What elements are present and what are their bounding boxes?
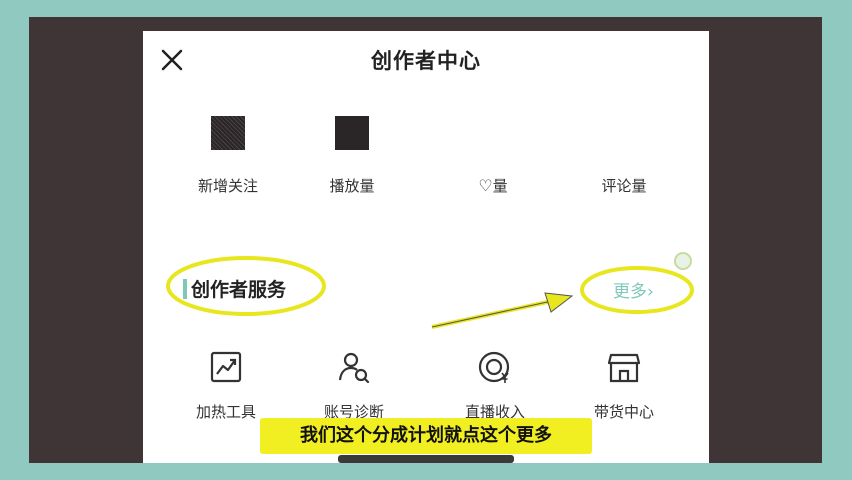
creator-services-header: 创作者服务 更多› [143,269,709,309]
stat-label: 新增关注 [197,177,258,195]
heart-icon: ♡ [478,176,493,195]
more-link[interactable]: 更多› [613,277,654,302]
user-search-icon [338,352,370,384]
stat-label: 评论量 [601,177,647,195]
service-boost-tool[interactable]: 加热工具 [171,349,281,421]
top-bar: 创作者中心 [143,31,709,87]
stat-label: 播放量 [329,177,375,195]
section-title: 创作者服务 [191,279,287,301]
stat-value-redacted [335,116,369,150]
phone-screen: 创作者中心 新增关注 播放量 ♡量 评论量 创作者服务 更多› 加热工具 账号诊… [143,31,709,463]
service-account-diagnosis[interactable]: 账号诊断 [299,349,409,421]
live-income-icon [478,351,510,383]
stat-new-followers[interactable]: 新增关注 [168,113,288,195]
section-accent-bar [183,279,187,299]
video-subtitle: 我们这个分成计划就点这个更多 [260,418,592,454]
service-live-income[interactable]: 直播收入 [440,349,550,421]
stat-value-redacted [211,116,245,150]
bottom-bar [338,455,514,463]
cursor-dot [674,252,692,270]
chart-trend-icon [210,351,242,383]
stat-label-with-icon: ♡量 [478,176,508,195]
stat-plays[interactable]: 播放量 [292,113,412,195]
chevron-right-icon: › [647,282,654,302]
service-sales-center[interactable]: 带货中心 [569,349,679,421]
page-title: 创作者中心 [371,49,481,73]
store-icon [607,353,641,383]
stats-row: 新增关注 播放量 ♡量 评论量 [143,113,709,203]
